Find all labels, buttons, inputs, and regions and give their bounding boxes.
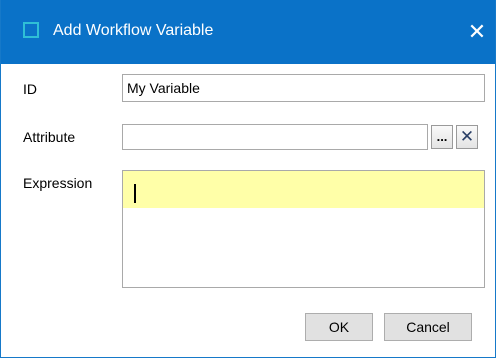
attribute-label: Attribute	[23, 129, 76, 145]
window-icon	[23, 22, 39, 38]
close-button[interactable]: ✕	[459, 14, 495, 50]
current-line-highlight	[123, 171, 484, 208]
expression-editor[interactable]	[122, 170, 485, 288]
expression-label: Expression	[23, 175, 93, 191]
id-field[interactable]: My Variable	[122, 74, 485, 102]
id-field-value: My Variable	[127, 80, 200, 96]
browse-button[interactable]: ...	[431, 125, 453, 149]
window-title: Add Workflow Variable	[53, 22, 214, 39]
id-label: ID	[23, 81, 37, 97]
attribute-field[interactable]	[122, 124, 428, 150]
ok-button[interactable]: OK	[305, 313, 373, 341]
cancel-button[interactable]: Cancel	[384, 313, 472, 341]
dialog-window: Add Workflow Variable ✕ ID My Variable A…	[0, 0, 496, 358]
text-caret	[134, 184, 136, 203]
title-bar[interactable]: Add Workflow Variable ✕	[1, 0, 495, 64]
clear-icon[interactable]: ✕	[456, 125, 478, 149]
